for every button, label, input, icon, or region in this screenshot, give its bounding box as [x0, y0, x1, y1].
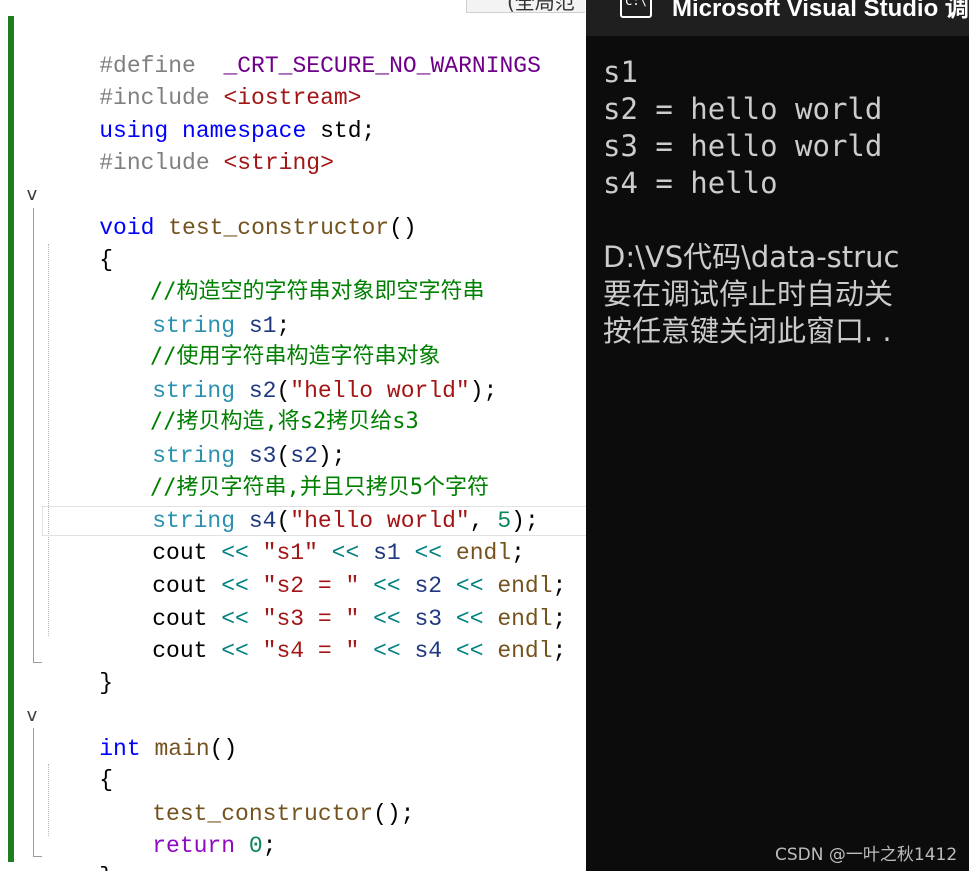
code-editor[interactable]: #define _CRT_SECURE_NO_WARNINGS #include…: [0, 0, 586, 871]
console-output-line: s4 = hello: [603, 166, 778, 200]
scope-bracket-line: [33, 208, 42, 663]
code-line-declare-s4[interactable]: string s4("hello world", 5);: [97, 473, 539, 534]
console-output-line: s1: [603, 55, 638, 89]
code-line-define[interactable]: #define _CRT_SECURE_NO_WARNINGS: [44, 18, 541, 79]
keyword: return: [152, 833, 236, 859]
code-line-close-brace[interactable]: }: [44, 635, 113, 696]
code-line-main-signature[interactable]: int main(): [44, 701, 237, 762]
fold-chevron-icon[interactable]: v: [22, 700, 42, 732]
code-line-declare-s3[interactable]: string s3(s2);: [97, 408, 345, 469]
parentheses: (): [209, 736, 238, 762]
console-window-title: Microsoft Visual Studio 调: [672, 0, 969, 22]
stream-operator: <<: [359, 638, 415, 664]
code-line-comment[interactable]: //构造空的字符串对象即空字符串: [97, 244, 485, 304]
stream-object: cout: [152, 638, 208, 664]
string-literal: "s4 = ": [262, 638, 360, 664]
brace: }: [99, 864, 113, 871]
variable-name: s4: [414, 638, 443, 664]
code-line-include-string[interactable]: #include <string>: [44, 115, 334, 176]
code-line-include-iostream[interactable]: #include <iostream>: [44, 50, 361, 111]
code-line-comment[interactable]: //使用字符串构造字符串对象: [97, 309, 441, 369]
console-output-line: 要在调试停止时自动关: [603, 277, 894, 311]
console-app-icon: C:\: [620, 0, 652, 18]
stream-operator: <<: [442, 638, 498, 664]
code-line-return[interactable]: return 0;: [97, 798, 276, 859]
scope-dropdown-tab[interactable]: (全局范: [466, 0, 585, 13]
preprocessor-directive: #include: [99, 150, 224, 176]
function-name: main: [154, 736, 210, 762]
code-line-close-brace[interactable]: }: [44, 829, 113, 871]
code-line-comment[interactable]: //拷贝字符串,并且只拷贝5个字符: [97, 440, 489, 500]
number-literal: 0: [248, 833, 263, 859]
code-line-cout-s3[interactable]: cout << "s3 = " << s3 << endl;: [97, 571, 566, 632]
punctuation: ();: [373, 801, 415, 827]
console-title-bar[interactable]: C:\ Microsoft Visual Studio 调: [586, 0, 969, 36]
code-line-cout-s4[interactable]: cout << "s4 = " << s4 << endl;: [97, 603, 566, 664]
change-tracking-bar: [8, 16, 14, 862]
scope-bracket-line: [33, 728, 42, 857]
code-line-open-brace[interactable]: {: [44, 212, 113, 273]
code-line-open-brace[interactable]: {: [44, 732, 113, 793]
fold-chevron-icon[interactable]: v: [22, 179, 42, 211]
punctuation: ;: [552, 638, 567, 664]
code-line-declare-s2[interactable]: string s2("hello world");: [97, 343, 497, 404]
code-line-call-test-constructor[interactable]: test_constructor();: [97, 766, 414, 827]
scope-dropdown-label: (全局范: [507, 0, 575, 13]
stream-operator: <<: [207, 638, 263, 664]
csdn-watermark: CSDN @一叶之秋1412: [775, 845, 958, 865]
parentheses: (): [389, 215, 417, 241]
console-output-line: 按任意键关闭此窗口. .: [603, 314, 892, 348]
code-line-cout-s2[interactable]: cout << "s2 = " << s2 << endl;: [97, 538, 566, 599]
console-output-line: s3 = hello world: [603, 129, 883, 163]
code-line-using-namespace[interactable]: using namespace std;: [44, 83, 375, 144]
code-line-comment[interactable]: //拷贝构造,将s2拷贝给s3: [97, 374, 419, 434]
brace: }: [99, 670, 114, 696]
punctuation: ;: [262, 833, 277, 859]
console-output-line: D:\VS代码\data-struc: [603, 240, 900, 274]
include-file: <string>: [223, 150, 334, 176]
code-line-declare-s1[interactable]: string s1;: [97, 278, 290, 339]
function-name: endl: [497, 638, 553, 664]
debug-console-window[interactable]: C:\ Microsoft Visual Studio 调 s1 s2 = he…: [586, 0, 969, 871]
function-name: test_constructor: [168, 215, 390, 241]
punctuation: );: [469, 378, 498, 404]
console-output-line: s2 = hello world: [603, 92, 883, 126]
code-line-cout-s1[interactable]: cout << "s1" << s1 << endl;: [97, 505, 525, 566]
code-line-function-signature[interactable]: void test_constructor(): [44, 180, 416, 241]
